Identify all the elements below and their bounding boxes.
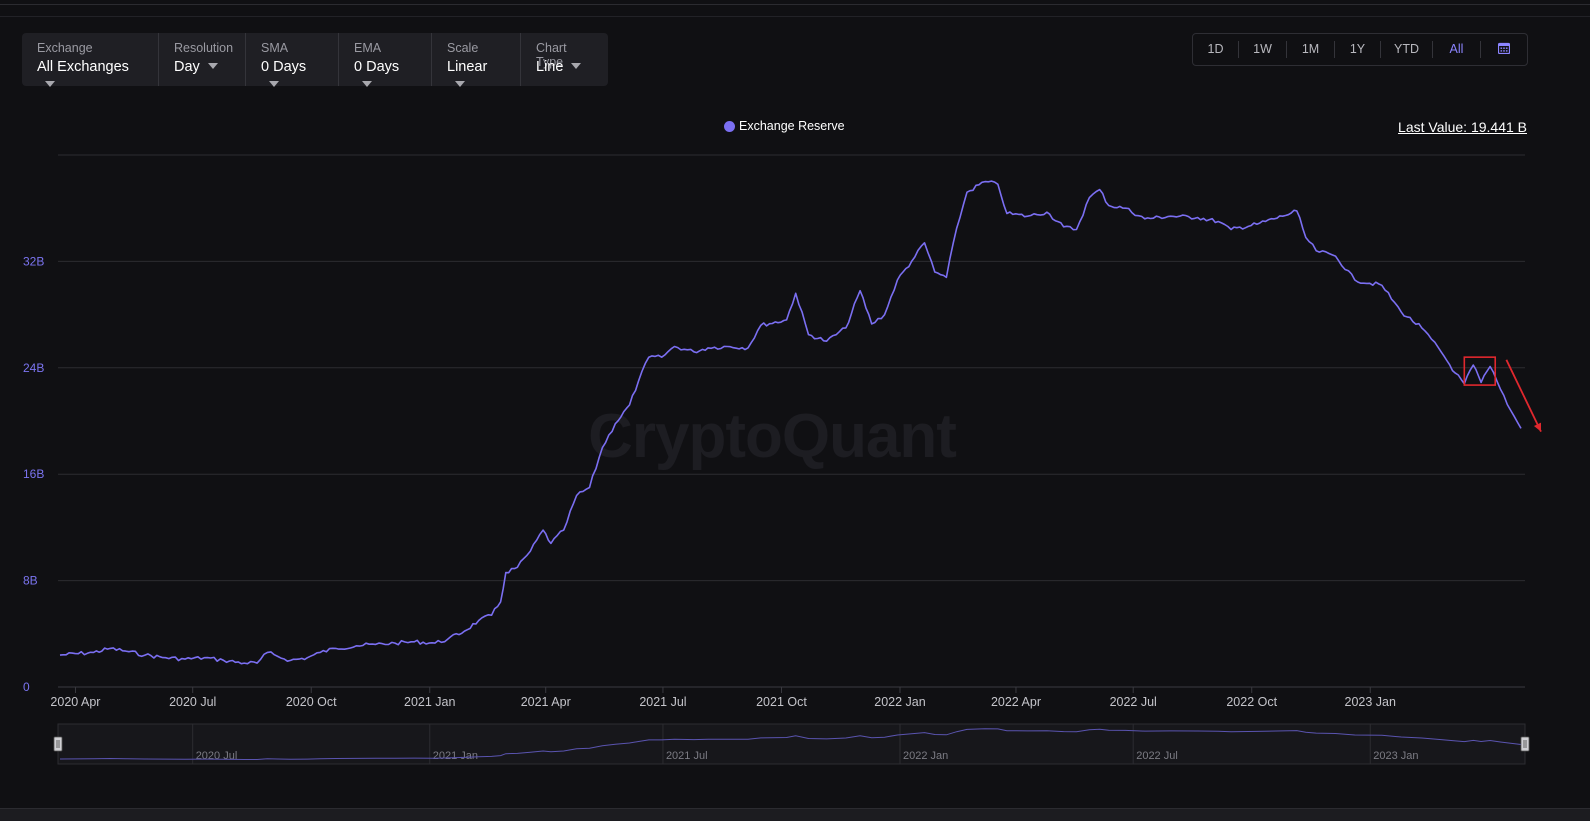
y-tick-label: 16B bbox=[23, 467, 44, 481]
navigator-tick-label: 2021 Jul bbox=[666, 750, 708, 762]
y-tick-label: 8B bbox=[23, 574, 38, 588]
bottom-bar bbox=[0, 808, 1590, 821]
y-tick-label: 0 bbox=[23, 680, 30, 694]
y-tick-label: 24B bbox=[23, 361, 44, 375]
x-tick-label: 2021 Oct bbox=[756, 695, 807, 709]
x-tick-label: 2021 Apr bbox=[521, 695, 571, 709]
x-tick-label: 2020 Apr bbox=[50, 695, 100, 709]
range-navigator[interactable]: 2020 Jul 2021 Jan 2021 Jul 2022 Jan 2022 Jul… bbox=[53, 723, 1530, 765]
x-tick-label: 2020 Jul bbox=[169, 695, 216, 709]
watermark-text: CryptoQuant bbox=[588, 402, 956, 471]
navigator-tick-label: 2023 Jan bbox=[1373, 750, 1418, 762]
navigator-background bbox=[57, 723, 1526, 765]
navigator-tick-label: 2020 Jul bbox=[196, 750, 238, 762]
x-tick-label: 2022 Jan bbox=[874, 695, 925, 709]
x-tick-label: 2022 Oct bbox=[1226, 695, 1277, 709]
x-tick-label: 2021 Jul bbox=[639, 695, 686, 709]
navigator-tick-label: 2022 Jan bbox=[903, 750, 948, 762]
x-tick-label: 2022 Jul bbox=[1110, 695, 1157, 709]
x-axis-ticks: 2020 Apr 2020 Jul 2020 Oct 2021 Jan 2021 Apr… bbox=[50, 687, 1396, 709]
y-axis-ticks: 0 8B 16B 32B 24B bbox=[23, 254, 44, 694]
annotation-arrow bbox=[1505, 359, 1542, 433]
y-tick-label: 32B bbox=[23, 254, 44, 268]
navigator-tick-label: 2021 Jan bbox=[433, 750, 478, 762]
x-tick-label: 2022 Apr bbox=[991, 695, 1041, 709]
x-tick-label: 2021 Jan bbox=[404, 695, 455, 709]
navigator-tick-label: 2022 Jul bbox=[1136, 750, 1178, 762]
navigator-left-handle bbox=[53, 736, 63, 752]
navigator-right-handle bbox=[1520, 736, 1530, 752]
chart-svg[interactable]: CryptoQuant 0 8B 16B 32B 24B 2020 Apr 2020 Ju… bbox=[0, 0, 1590, 821]
x-tick-label: 2020 Oct bbox=[286, 695, 337, 709]
x-tick-label: 2023 Jan bbox=[1345, 695, 1396, 709]
